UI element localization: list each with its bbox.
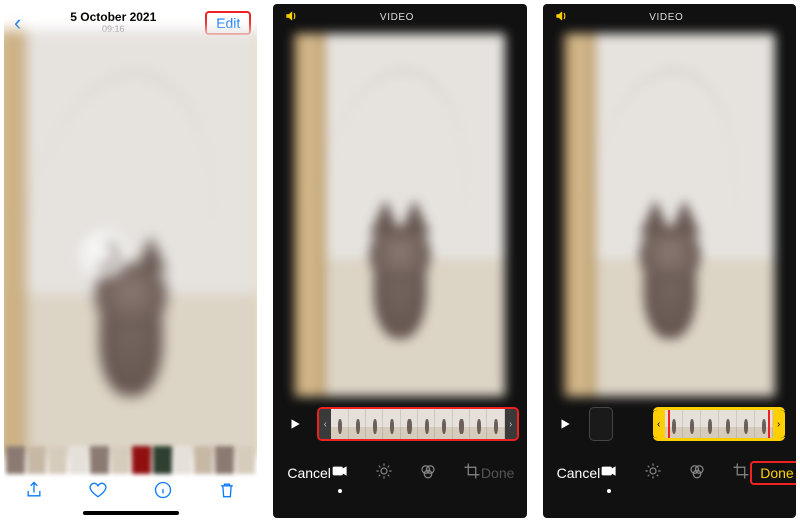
crop-tool-icon[interactable] [463,462,481,485]
video-edit-screen-initial: VIDEO ‹ › Cancel Don [273,4,526,518]
home-indicator[interactable] [83,511,179,515]
trim-handle-right[interactable]: › [505,409,517,439]
editor-footer: Cancel Done [273,448,526,498]
trim-timeline-selected[interactable]: ‹ › [653,407,785,441]
cancel-button[interactable]: Cancel [287,465,331,481]
filters-tool-icon[interactable] [688,462,706,485]
trim-timeline[interactable]: ‹ › [317,407,518,441]
photo-date: 5 October 2021 [70,11,156,24]
done-button-disabled: Done [481,465,514,481]
timeline-frames[interactable] [665,410,773,438]
video-preview[interactable] [564,33,775,396]
editor-tools [600,462,750,485]
filters-tool-icon[interactable] [419,462,437,485]
cancel-button[interactable]: Cancel [557,465,601,481]
editor-header: VIDEO [543,4,796,30]
done-button[interactable]: Done [750,461,796,485]
video-preview[interactable] [294,33,505,396]
trim-row: ‹ › [543,400,796,448]
video-tool-icon[interactable] [600,462,618,485]
highlight-right-handle [768,407,785,441]
editor-tools [331,462,481,485]
adjust-tool-icon[interactable] [644,462,662,485]
share-icon[interactable] [24,480,44,505]
video-preview-wrap [543,30,796,400]
timeline-frames[interactable] [331,409,504,439]
trim-preview-thumb [589,407,613,441]
editor-title: VIDEO [547,12,786,23]
play-button[interactable] [551,408,579,440]
trash-icon[interactable] [217,480,237,505]
crop-tool-icon[interactable] [732,462,750,485]
video-edit-screen-trimmed: VIDEO ‹ › Cancel [543,4,796,518]
trim-row: ‹ › [273,400,526,448]
adjust-tool-icon[interactable] [375,462,393,485]
photo-preview[interactable] [4,30,257,456]
editor-footer: Cancel Done [543,448,796,498]
highlight-left-handle [653,407,670,441]
photos-toolbar [4,474,257,510]
info-icon[interactable] [153,480,173,505]
play-button[interactable] [281,408,309,440]
editor-title: VIDEO [277,12,516,23]
trim-handle-left[interactable]: ‹ [319,409,331,439]
heart-icon[interactable] [88,480,108,505]
video-preview-wrap [273,30,526,400]
video-tool-icon[interactable] [331,462,349,485]
photos-view-screen: ‹ 5 October 2021 09:16 Edit [4,4,257,518]
editor-header: VIDEO [273,4,526,30]
thumbnail-strip[interactable] [4,446,257,474]
